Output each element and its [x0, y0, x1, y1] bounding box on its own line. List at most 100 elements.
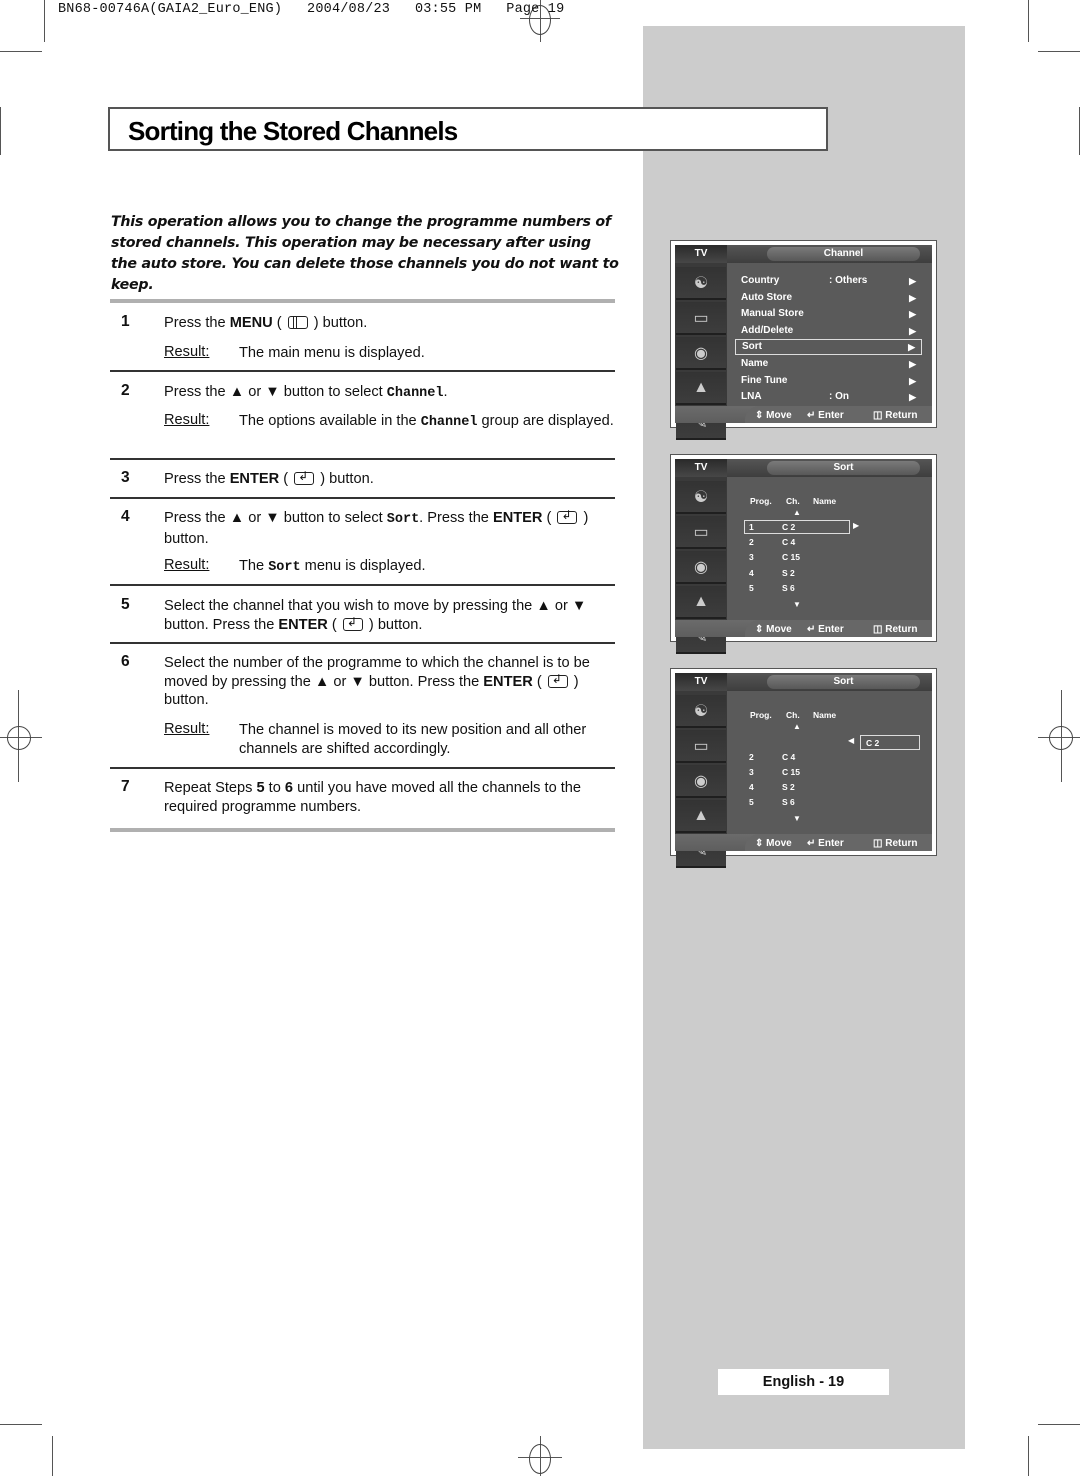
menu-item-auto-store[interactable]: Auto Store ▶ [735, 290, 922, 306]
arrow-right-icon: ▶ [909, 325, 916, 336]
registration-mark [529, 1444, 551, 1474]
speaker-icon: ◉ [676, 551, 726, 584]
tv-header: Sort [727, 459, 932, 477]
enter-key-icon [342, 615, 363, 631]
menu-item-label: Manual Store [741, 308, 804, 320]
step-number: 1 [121, 313, 130, 330]
divider [110, 767, 615, 769]
column-header-ch: Ch. [786, 710, 800, 720]
enter-hint: ↵ Enter [807, 410, 844, 421]
moving-channel: C 2 [866, 738, 880, 748]
arrow-right-icon: ▶ [909, 392, 916, 403]
menu-title: Sort [767, 675, 920, 689]
picture-icon: ▭ [676, 302, 726, 335]
menu-item-label: Sort [742, 341, 762, 353]
scroll-up-icon: ▲ [793, 722, 801, 731]
return-hint: ◫ Return [873, 838, 918, 849]
move-hint: ⇕ Move [755, 624, 792, 635]
prog-number[interactable]: 2 [749, 537, 754, 547]
menu-item-country[interactable]: Country: Others ▶ [735, 273, 922, 289]
menu-item-value: : Others [829, 275, 868, 286]
crop-mark [0, 51, 42, 52]
prog-number[interactable]: 4 [749, 568, 754, 578]
menu-item-fine-tune[interactable]: Fine Tune ▶ [735, 373, 922, 389]
prog-number[interactable]: 2 [749, 752, 754, 762]
scroll-down-icon: ▼ [793, 814, 801, 823]
prog-number[interactable]: 5 [749, 583, 754, 593]
prog-number[interactable]: 4 [749, 782, 754, 792]
crop-mark [0, 107, 1, 155]
divider [110, 497, 615, 499]
channel-name[interactable]: C 4 [782, 752, 795, 762]
divider [110, 299, 615, 303]
channel-name[interactable]: S 2 [782, 782, 795, 792]
divider [110, 584, 615, 586]
result-text: The channel is moved to its new position… [239, 722, 587, 757]
channel-name[interactable]: C 4 [782, 537, 795, 547]
menu-item-label: Add/Delete [741, 324, 794, 336]
crop-mark [1038, 1424, 1080, 1425]
result-label: Result: [164, 557, 210, 573]
enter-key-icon [557, 508, 578, 524]
arrow-right-icon: ▶ [909, 375, 916, 386]
channel-name[interactable]: C 2 [782, 522, 795, 532]
step-number: 4 [121, 508, 130, 525]
move-hint: ⇕ Move [755, 838, 792, 849]
crop-mark [1038, 51, 1080, 52]
menu-item-label: Country [741, 275, 780, 286]
arrow-right-icon: ▶ [853, 521, 860, 530]
step-number: 3 [121, 469, 130, 486]
result-label: Result: [164, 721, 210, 737]
page-number: English - 19 [718, 1369, 889, 1395]
crop-mark [52, 1436, 53, 1476]
arrow-right-icon: ▶ [908, 342, 915, 353]
prog-number[interactable]: 3 [749, 552, 754, 562]
result-text: The options available in the Channel gro… [239, 413, 614, 430]
menu-title: Sort [767, 461, 920, 475]
divider [110, 370, 615, 372]
antenna-icon: ☯ [676, 695, 726, 728]
arrow-right-icon: ▶ [909, 292, 916, 303]
menu-item-lna[interactable]: LNA: On ▶ [735, 389, 922, 405]
step-text: Press the ▲ or ▼ button to select Channe… [164, 384, 448, 401]
channel-name[interactable]: S 6 [782, 583, 795, 593]
registration-mark [1049, 726, 1073, 750]
menu-item-sort[interactable]: Sort ▶ [735, 339, 922, 356]
channel-name[interactable]: S 2 [782, 568, 795, 578]
scroll-down-icon: ▼ [793, 600, 801, 609]
arrow-right-icon: ▶ [909, 309, 916, 320]
registration-mark [7, 726, 31, 750]
tv-footer-tab: ⇕ Move ↵ Enter ◫ Return [745, 406, 932, 423]
tv-screen-channel-menu: TV Channel ☯ ▭ ◉ ▲ ✎ Country: Others ▶ Aut… [670, 240, 937, 440]
menu-item-add-delete[interactable]: Add/Delete ▶ [735, 323, 922, 339]
menu-item-label: Name [741, 358, 769, 369]
enter-key-icon [294, 469, 315, 485]
channel-name[interactable]: C 15 [782, 767, 800, 777]
step-number: 5 [121, 596, 130, 613]
speaker-icon: ◉ [676, 337, 726, 370]
step-number: 7 [121, 778, 130, 795]
tv-header: Channel [727, 245, 932, 263]
antenna-icon: ☯ [676, 481, 726, 514]
page-title: Sorting the Stored Channels [128, 116, 458, 146]
step-number: 2 [121, 382, 130, 399]
result-text: The main menu is displayed. [239, 345, 425, 361]
menu-title: Channel [767, 247, 920, 261]
crop-mark [1028, 0, 1029, 42]
column-header-name: Name [813, 710, 837, 720]
step-text: Repeat Steps 5 to 6 until you have moved… [164, 780, 582, 815]
tv-screen-sort-select: TV Sort ☯ ▭ ◉ ▲ ✎ Prog. Ch. Name ▲ ▶ 1C … [670, 454, 937, 654]
prog-number[interactable]: 1 [749, 522, 754, 532]
prog-number[interactable]: 3 [749, 767, 754, 777]
menu-item-value: : On [829, 391, 849, 403]
result-label: Result: [164, 344, 210, 360]
channel-name[interactable]: C 15 [782, 552, 800, 562]
channel-name[interactable]: S 6 [782, 797, 795, 807]
column-header-prog: Prog. [750, 496, 772, 506]
prog-number[interactable]: 5 [749, 797, 754, 807]
menu-item-manual-store[interactable]: Manual Store ▶ [735, 306, 922, 322]
intro-paragraph: This operation allows you to change the … [111, 214, 619, 293]
tv-label: TV [675, 673, 727, 691]
menu-item-name[interactable]: Name ▶ [735, 356, 922, 372]
result-text: The Sort menu is displayed. [239, 558, 426, 575]
